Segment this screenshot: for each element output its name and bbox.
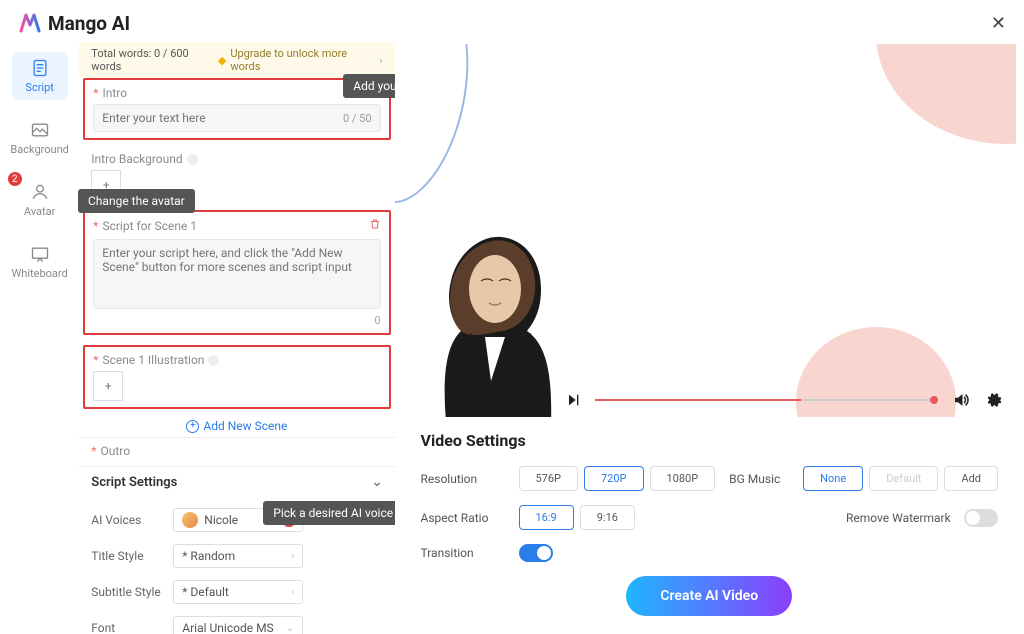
create-video-button[interactable]: Create AI Video — [626, 576, 792, 616]
title-style-value: * Random — [182, 549, 235, 563]
bgmusic-default[interactable]: Default — [869, 466, 938, 491]
whiteboard-icon — [30, 244, 50, 264]
sidebar-item-script[interactable]: Script — [12, 52, 68, 100]
sidebar-item-label: Whiteboard — [12, 267, 68, 280]
resolution-576p[interactable]: 576P — [519, 466, 579, 491]
play-next-icon[interactable] — [565, 392, 581, 408]
add-new-scene-button[interactable]: + Add New Scene — [79, 415, 394, 437]
sidebar-item-background[interactable]: Background — [12, 114, 68, 162]
remove-watermark-toggle[interactable] — [964, 509, 998, 527]
bg-music-label: BG Music — [729, 472, 793, 486]
chevron-right-icon: › — [291, 587, 294, 598]
mango-logo-icon — [18, 11, 42, 35]
avatar-preview — [395, 181, 591, 417]
bgmusic-add[interactable]: Add — [944, 466, 998, 491]
script-settings-toggle[interactable]: Script Settings ⌄ — [79, 466, 394, 498]
transition-label: Transition — [421, 546, 505, 560]
sidebar: Script Background 2 Avatar Whiteboard Ch… — [0, 42, 79, 634]
font-select[interactable]: Arial Unicode MS ⌄ — [173, 616, 303, 634]
resolution-label: Resolution — [421, 472, 505, 486]
sidebar-item-avatar[interactable]: 2 Avatar — [12, 176, 68, 224]
intro-highlight: 1 Add your content *Intro 0 / 50 — [83, 78, 390, 140]
avatar-icon — [30, 182, 50, 202]
subtitle-style-value: * Default — [182, 585, 229, 599]
tooltip-change-avatar: Change the avatar — [78, 189, 195, 213]
upgrade-text: Upgrade to unlock more words — [230, 47, 375, 73]
aspect-16-9[interactable]: 16:9 — [519, 505, 574, 530]
chevron-down-icon: ⌄ — [286, 623, 294, 634]
script-panel: Total words: 0 / 600 words ◆ Upgrade to … — [79, 42, 394, 634]
scene-label: Script for Scene 1 — [102, 219, 197, 233]
brand: Mango AI — [18, 11, 130, 35]
script-settings-title: Script Settings — [91, 475, 177, 490]
plus-circle-icon: + — [186, 420, 199, 433]
intro-counter: 0 / 50 — [343, 112, 372, 125]
bg-blob — [876, 44, 1016, 144]
add-illustration-button[interactable]: + — [93, 371, 123, 401]
upgrade-link[interactable]: ◆ Upgrade to unlock more words › — [218, 47, 383, 73]
remove-watermark-label: Remove Watermark — [846, 511, 954, 525]
video-preview — [395, 44, 1017, 417]
resolution-720p[interactable]: 720P — [584, 466, 644, 491]
script-icon — [30, 58, 50, 78]
scene-textarea[interactable] — [93, 239, 380, 309]
bgmusic-group: None Default Add — [803, 466, 998, 491]
title-style-select[interactable]: * Random › — [173, 544, 303, 568]
subtitle-style-label: Subtitle Style — [91, 585, 163, 599]
aspect-9-16[interactable]: 9:16 — [580, 505, 635, 530]
intro-bg-label: Intro Background — [91, 152, 182, 166]
ai-voices-label: AI Voices — [91, 513, 163, 527]
scene-counter: 0 — [93, 314, 380, 327]
font-label: Font — [91, 621, 163, 634]
transition-toggle[interactable] — [519, 544, 553, 562]
bgmusic-none[interactable]: None — [803, 466, 863, 491]
illustration-highlight: *Scene 1 Illustration + — [83, 345, 390, 409]
aspect-group: 16:9 9:16 — [519, 505, 635, 530]
close-icon[interactable]: ✕ — [991, 13, 1006, 34]
scene-highlight: *Script for Scene 1 0 — [83, 210, 390, 335]
intro-label: Intro — [102, 86, 127, 100]
step-badge-2: 2 — [8, 172, 22, 186]
timeline-scrubber[interactable] — [595, 399, 939, 401]
title-style-label: Title Style — [91, 549, 163, 563]
sidebar-item-label: Avatar — [24, 205, 55, 218]
background-icon — [30, 120, 50, 140]
voice-name: Nicole — [204, 513, 238, 527]
aspect-ratio-label: Aspect Ratio — [421, 511, 505, 525]
chevron-right-icon: › — [379, 54, 382, 67]
info-icon — [187, 154, 198, 165]
font-value: Arial Unicode MS — [182, 621, 273, 634]
preview-panel: Video Settings Resolution 576P 720P 1080… — [395, 42, 1024, 634]
sidebar-item-whiteboard[interactable]: Whiteboard — [12, 238, 68, 286]
gear-icon[interactable] — [984, 391, 1002, 409]
chevron-right-icon: › — [291, 551, 294, 562]
intro-input[interactable] — [102, 111, 343, 125]
total-words-text: Total words: 0 / 600 words — [91, 47, 218, 73]
outro-label: Outro — [100, 444, 130, 458]
voice-avatar-icon — [182, 512, 198, 528]
chevron-down-icon: ⌄ — [372, 475, 383, 490]
subtitle-style-select[interactable]: * Default › — [173, 580, 303, 604]
brand-text: Mango AI — [48, 12, 130, 35]
volume-icon[interactable] — [952, 391, 970, 409]
resolution-1080p[interactable]: 1080P — [650, 466, 716, 491]
scene-illus-label: Scene 1 Illustration — [102, 353, 204, 367]
tooltip-pick-voice: Pick a desired AI voice — [263, 501, 394, 525]
video-settings-panel: Video Settings Resolution 576P 720P 1080… — [395, 417, 1024, 634]
word-count-bar: Total words: 0 / 600 words ◆ Upgrade to … — [79, 42, 394, 78]
video-settings-title: Video Settings — [421, 431, 999, 450]
tooltip-add-content: Add your content — [343, 74, 394, 98]
sidebar-item-label: Background — [10, 143, 68, 156]
delete-scene-icon[interactable] — [369, 218, 381, 233]
add-scene-label: Add New Scene — [203, 419, 287, 433]
resolution-group: 576P 720P 1080P — [519, 466, 716, 491]
info-icon — [208, 355, 219, 366]
diamond-icon: ◆ — [218, 54, 226, 67]
sidebar-item-label: Script — [25, 81, 53, 94]
